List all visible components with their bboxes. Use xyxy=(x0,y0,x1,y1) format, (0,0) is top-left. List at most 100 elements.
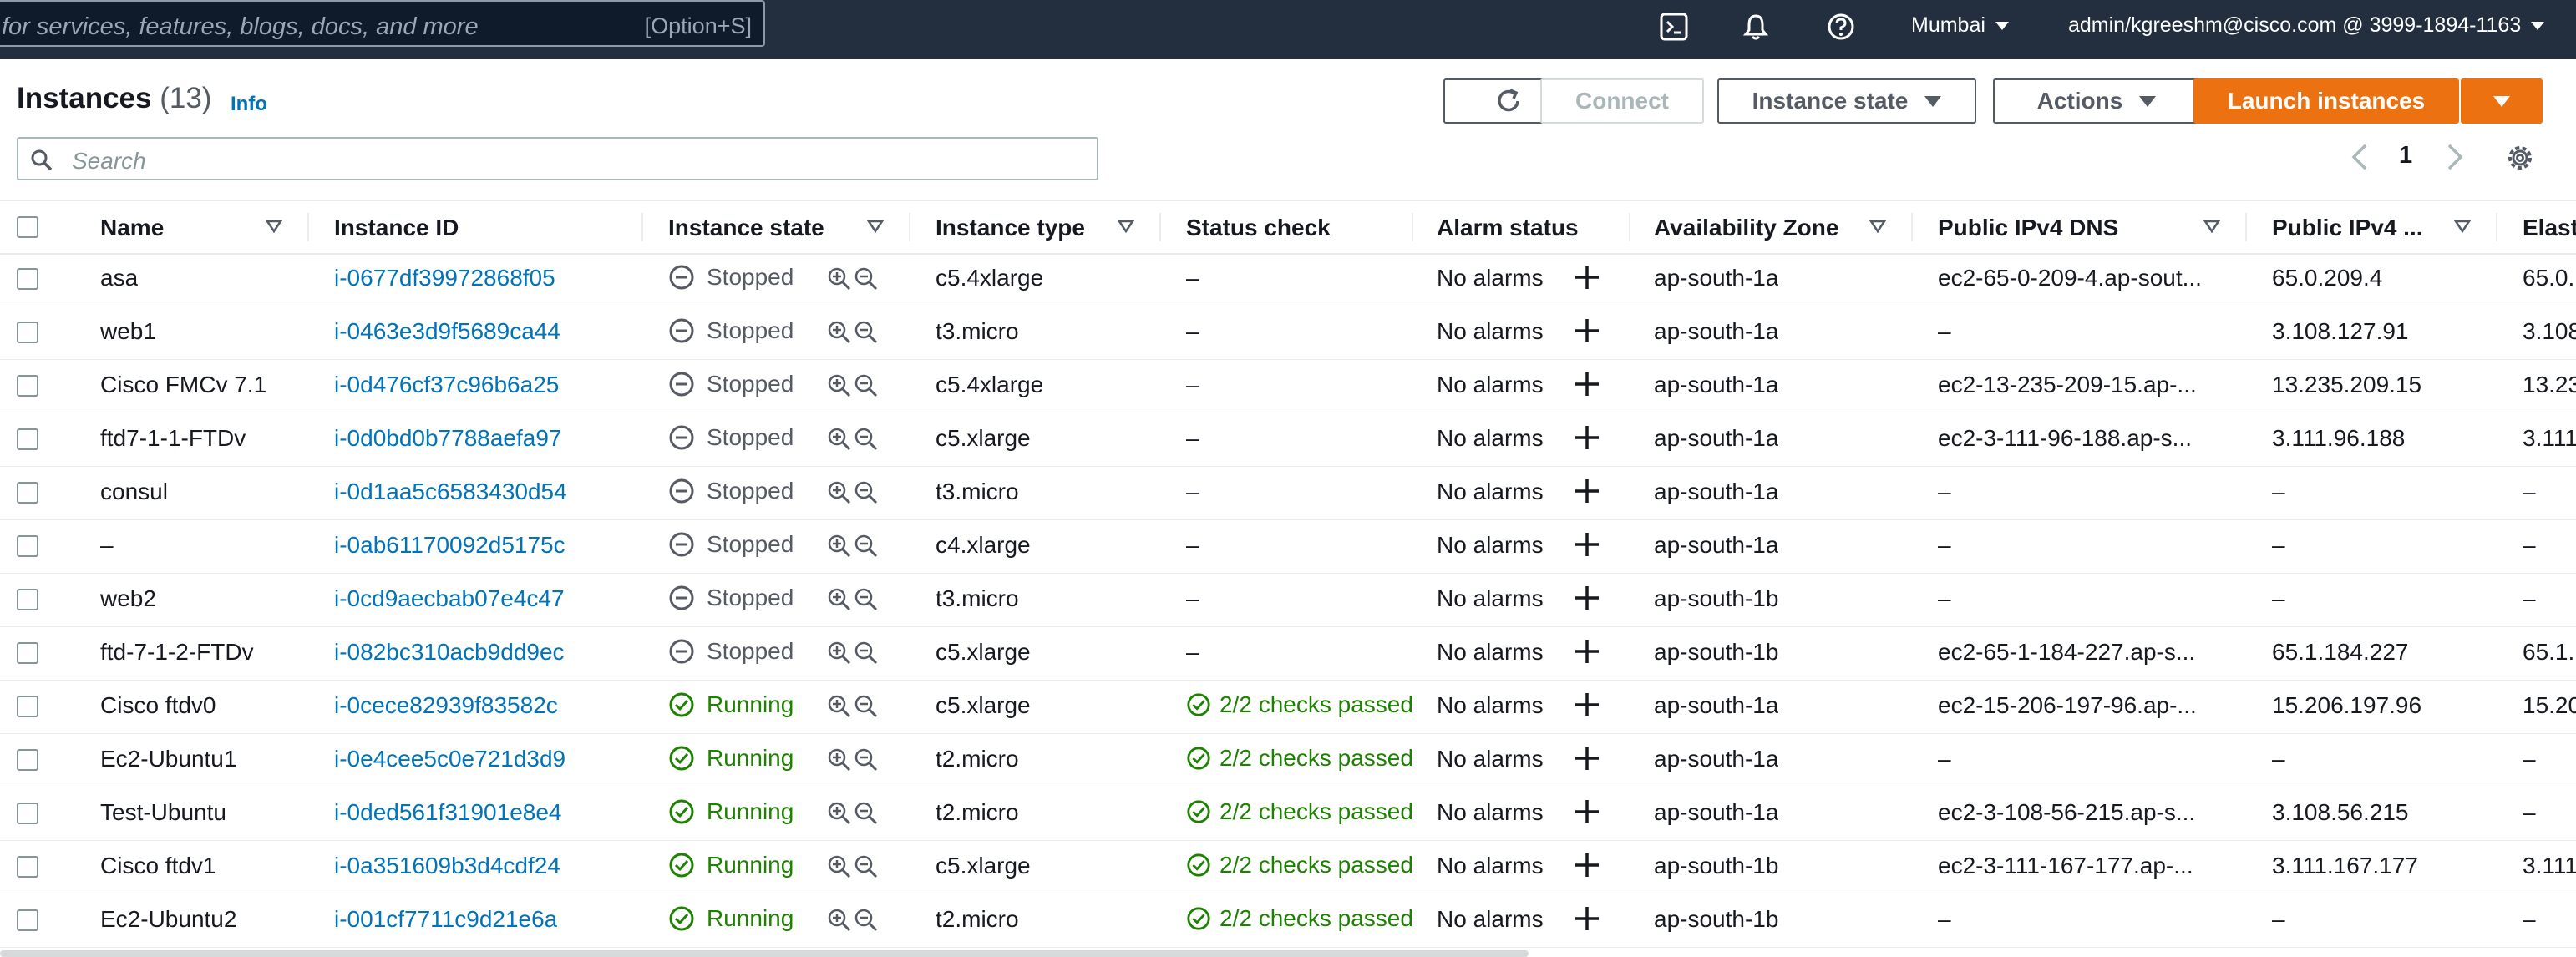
table-row[interactable]: Test-Ubuntu i-0ded561f31901e8e4 Running t2.… xyxy=(0,787,2576,841)
table-row[interactable]: asa i-0677df39972868f05 Stopped c5.4xlarge –… xyxy=(0,252,2576,306)
page-number[interactable]: 1 xyxy=(2399,142,2412,170)
column-header-name[interactable]: Name xyxy=(100,215,164,241)
row-checkbox[interactable] xyxy=(17,268,38,290)
info-link[interactable]: Info xyxy=(231,93,267,116)
chevron-left-icon[interactable] xyxy=(2347,142,2374,172)
zoom-in-icon[interactable] xyxy=(827,801,852,826)
row-checkbox[interactable] xyxy=(17,322,38,343)
instance-search-input[interactable]: Search xyxy=(17,137,1098,180)
instance-id-link[interactable]: i-0ab61170092d5175c xyxy=(334,532,565,559)
instance-id-link[interactable]: i-0677df39972868f05 xyxy=(334,265,555,291)
zoom-out-icon[interactable] xyxy=(854,427,879,452)
zoom-out-icon[interactable] xyxy=(854,641,879,666)
row-checkbox[interactable] xyxy=(17,375,38,397)
sort-icon[interactable] xyxy=(266,220,282,233)
add-alarm-icon[interactable] xyxy=(1572,476,1602,506)
add-alarm-icon[interactable] xyxy=(1572,690,1602,720)
instance-id-link[interactable]: i-0d1aa5c6583430d54 xyxy=(334,478,567,505)
cloudshell-icon[interactable] xyxy=(1657,10,1691,43)
horizontal-scrollbar[interactable] xyxy=(0,950,1529,957)
zoom-out-icon[interactable] xyxy=(854,534,879,559)
column-header-availability-zone[interactable]: Availability Zone xyxy=(1654,215,1838,241)
add-alarm-icon[interactable] xyxy=(1572,583,1602,613)
zoom-in-icon[interactable] xyxy=(827,373,852,398)
table-row[interactable]: Cisco ftdv0 i-0cece82939f83582c Running c5.… xyxy=(0,680,2576,734)
zoom-in-icon[interactable] xyxy=(827,641,852,666)
row-checkbox[interactable] xyxy=(17,696,38,717)
table-row[interactable]: web1 i-0463e3d9f5689ca44 Stopped t3.micro – N… xyxy=(0,306,2576,360)
help-icon[interactable] xyxy=(1824,10,1858,43)
launch-dropdown-button[interactable] xyxy=(2461,78,2543,124)
zoom-out-icon[interactable] xyxy=(854,747,879,772)
instance-id-link[interactable]: i-0cd9aecbab07e4c47 xyxy=(334,585,565,612)
instance-id-link[interactable]: i-0e4cee5c0e721d3d9 xyxy=(334,746,565,772)
row-checkbox[interactable] xyxy=(17,749,38,771)
zoom-in-icon[interactable] xyxy=(827,587,852,612)
instance-state-button[interactable]: Instance state xyxy=(1717,78,1976,124)
column-header-public-ipv4-dns[interactable]: Public IPv4 DNS xyxy=(1938,215,2118,241)
instance-id-link[interactable]: i-0a351609b3d4cdf24 xyxy=(334,853,560,879)
zoom-out-icon[interactable] xyxy=(854,320,879,345)
sort-icon[interactable] xyxy=(1118,220,1134,233)
table-row[interactable]: ftd-7-1-2-FTDv i-082bc310acb9dd9ec Stopped… xyxy=(0,626,2576,681)
zoom-in-icon[interactable] xyxy=(827,480,852,505)
row-checkbox[interactable] xyxy=(17,642,38,664)
select-all-checkbox[interactable] xyxy=(17,216,38,238)
connect-button[interactable]: Connect xyxy=(1540,78,1704,124)
zoom-out-icon[interactable] xyxy=(854,480,879,505)
table-row[interactable]: Cisco FMCv 7.1 i-0d476cf37c96b6a25 Stopped… xyxy=(0,359,2576,413)
add-alarm-icon[interactable] xyxy=(1572,316,1602,346)
table-row[interactable]: ftd7-1-1-FTDv i-0d0bd0b7788aefa97 Stopped c… xyxy=(0,413,2576,467)
column-header-public-ipv4-address[interactable]: Public IPv4 ... xyxy=(2272,215,2423,241)
row-checkbox[interactable] xyxy=(17,909,38,931)
sort-icon[interactable] xyxy=(2454,220,2471,233)
row-checkbox[interactable] xyxy=(17,535,38,557)
zoom-in-icon[interactable] xyxy=(827,694,852,719)
zoom-out-icon[interactable] xyxy=(854,587,879,612)
table-row[interactable]: web2 i-0cd9aecbab07e4c47 Stopped t3.micro – N… xyxy=(0,573,2576,627)
row-checkbox[interactable] xyxy=(17,589,38,610)
table-row[interactable]: consul i-0d1aa5c6583430d54 Stopped t3.micro… xyxy=(0,466,2576,520)
column-header-elastic-ip[interactable]: Elast xyxy=(2523,215,2576,241)
row-checkbox[interactable] xyxy=(17,428,38,450)
zoom-in-icon[interactable] xyxy=(827,747,852,772)
zoom-in-icon[interactable] xyxy=(827,427,852,452)
add-alarm-icon[interactable] xyxy=(1572,369,1602,399)
actions-button[interactable]: Actions xyxy=(1993,78,2200,124)
add-alarm-icon[interactable] xyxy=(1572,636,1602,666)
table-row[interactable]: Cisco ftdv1 i-0a351609b3d4cdf24 Running c5.… xyxy=(0,840,2576,894)
notifications-icon[interactable] xyxy=(1739,10,1772,43)
add-alarm-icon[interactable] xyxy=(1572,904,1602,934)
column-header-status-check[interactable]: Status check xyxy=(1186,215,1331,241)
column-header-instance-type[interactable]: Instance type xyxy=(936,215,1085,241)
zoom-in-icon[interactable] xyxy=(827,534,852,559)
row-checkbox[interactable] xyxy=(17,856,38,878)
add-alarm-icon[interactable] xyxy=(1572,743,1602,773)
add-alarm-icon[interactable] xyxy=(1572,850,1602,880)
instance-id-link[interactable]: i-082bc310acb9dd9ec xyxy=(334,639,565,666)
zoom-in-icon[interactable] xyxy=(827,908,852,933)
instance-id-link[interactable]: i-0d476cf37c96b6a25 xyxy=(334,372,559,398)
zoom-in-icon[interactable] xyxy=(827,854,852,879)
zoom-out-icon[interactable] xyxy=(854,373,879,398)
add-alarm-icon[interactable] xyxy=(1572,797,1602,827)
instance-id-link[interactable]: i-0463e3d9f5689ca44 xyxy=(334,318,560,345)
add-alarm-icon[interactable] xyxy=(1572,529,1602,560)
zoom-out-icon[interactable] xyxy=(854,908,879,933)
row-checkbox[interactable] xyxy=(17,482,38,504)
column-header-alarm-status[interactable]: Alarm status xyxy=(1437,215,1579,241)
table-row[interactable]: – i-0ab61170092d5175c Stopped c4.xlarge – No … xyxy=(0,519,2576,574)
instance-id-link[interactable]: i-0ded561f31901e8e4 xyxy=(334,799,561,826)
global-search-input[interactable]: for services, features, blogs, docs, and… xyxy=(0,0,765,47)
add-alarm-icon[interactable] xyxy=(1572,262,1602,292)
add-alarm-icon[interactable] xyxy=(1572,423,1602,453)
zoom-in-icon[interactable] xyxy=(827,320,852,345)
instance-id-link[interactable]: i-0d0bd0b7788aefa97 xyxy=(334,425,561,452)
chevron-right-icon[interactable] xyxy=(2441,142,2467,172)
region-selector[interactable]: Mumbai xyxy=(1911,13,2009,38)
zoom-out-icon[interactable] xyxy=(854,694,879,719)
zoom-out-icon[interactable] xyxy=(854,854,879,879)
launch-instances-button[interactable]: Launch instances xyxy=(2193,78,2459,124)
column-header-instance-state[interactable]: Instance state xyxy=(668,215,824,241)
gear-icon[interactable] xyxy=(2504,142,2536,174)
